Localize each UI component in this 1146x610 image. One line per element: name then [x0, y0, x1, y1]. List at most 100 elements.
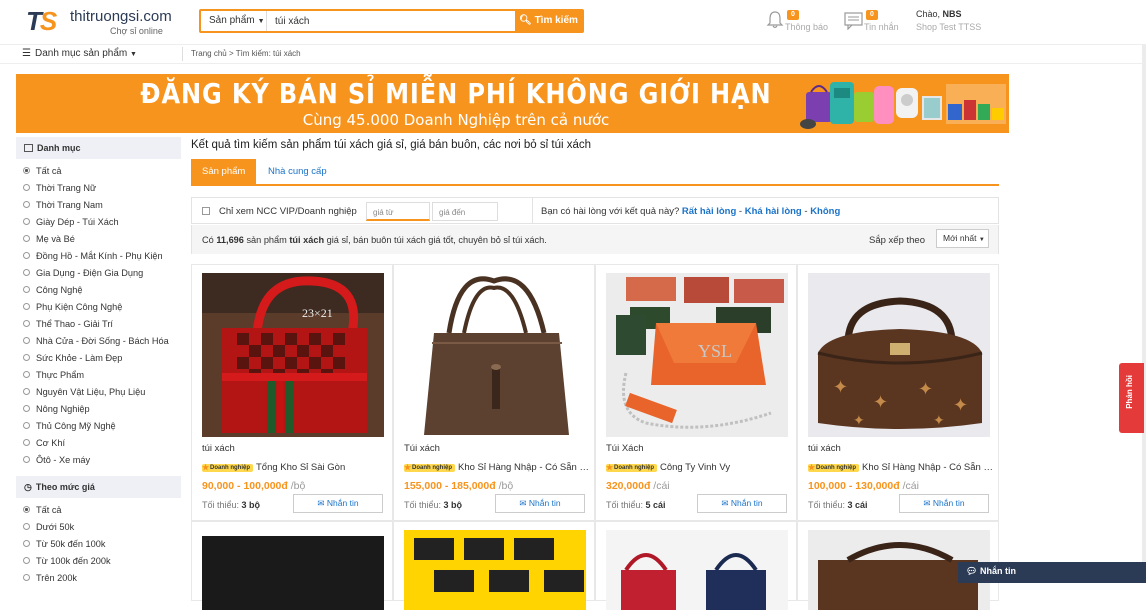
radio-icon [23, 337, 30, 344]
chat-bar[interactable]: 💬︎ Nhắn tin [958, 562, 1146, 583]
product-image[interactable] [404, 273, 586, 437]
radio-icon [23, 286, 30, 293]
category-item[interactable]: Thủ Công Mỹ Nghệ [16, 418, 181, 435]
category-item[interactable]: Sức Khỏe - Làm Đẹp [16, 350, 181, 367]
site-header: TS thitruongsi.com Chợ sỉ online Sản phẩ… [0, 0, 1146, 44]
category-item[interactable]: Công Nghệ [16, 282, 181, 299]
site-logo[interactable]: TS thitruongsi.com Chợ sỉ online [26, 6, 186, 38]
seller-name[interactable]: Doanh nghiệpKho Sỉ Hàng Nhập - Có Sẵn Số… [404, 462, 590, 473]
product-name[interactable]: Túi Xách [606, 443, 644, 454]
radio-icon [23, 235, 30, 242]
account-menu[interactable]: Chào, NBS Shop Test TTSS [916, 9, 981, 32]
message-seller-button[interactable]: ✉ Nhắn tin [495, 494, 585, 513]
product-card[interactable]: ✦✦✦✦✦✦ túi xách Doanh nghiệpKho Sỉ Hàng … [797, 264, 999, 521]
category-item[interactable]: Gia Dụng - Điện Gia Dụng [16, 265, 181, 282]
result-tabs: Sản phẩm Nhà cung cấp [191, 159, 999, 186]
notification-count: 0 [787, 10, 799, 20]
product-card[interactable] [797, 521, 999, 610]
category-menu-button[interactable]: ☰ Danh mục sản phẩm ▼ [22, 48, 137, 59]
product-card[interactable]: YSL Túi Xách Doanh nghiệpCông Ty Vinh Vy… [595, 264, 797, 521]
scrollbar[interactable] [1142, 44, 1146, 583]
category-item[interactable]: Thời Trang Nữ [16, 180, 181, 197]
account-name: NBS [942, 9, 962, 19]
message-seller-button[interactable]: ✉ Nhắn tin [899, 494, 989, 513]
svg-text:✦: ✦ [933, 412, 945, 428]
min-order: Tối thiểu: 5 cái [606, 500, 666, 510]
price-range-item[interactable]: Trên 200k [16, 570, 181, 587]
logo-tagline: Chợ sỉ online [110, 26, 163, 36]
business-badge: Doanh nghiệp [606, 463, 657, 472]
message-seller-button[interactable]: ✉ Nhắn tin [293, 494, 383, 513]
product-name[interactable]: Túi xách [404, 443, 440, 454]
product-name[interactable]: túi xách [202, 443, 235, 454]
search-button[interactable]: 🔍︎ Tìm kiếm [515, 9, 582, 33]
feedback-button[interactable]: Phản hồi [1119, 363, 1144, 433]
product-card[interactable]: Túi xách Doanh nghiệpKho Sỉ Hàng Nhập - … [393, 264, 595, 521]
product-image[interactable]: ✦✦✦✦✦ ✦ [808, 273, 990, 437]
category-item[interactable]: Mẹ và Bé [16, 231, 181, 248]
message-seller-button[interactable]: ✉ Nhắn tin [697, 494, 787, 513]
sort-select[interactable]: Mới nhất ▼ [936, 229, 989, 248]
product-name[interactable]: túi xách [808, 443, 841, 454]
price-range-item[interactable]: Tất cả [16, 502, 181, 519]
seller-name[interactable]: Doanh nghiệpTổng Kho Sỉ Sài Gòn [202, 462, 388, 473]
radio-icon [23, 523, 30, 530]
category-item[interactable]: Thể Thao - Giải Trí [16, 316, 181, 333]
price-to-input[interactable]: giá đến [432, 202, 498, 221]
divider [182, 47, 183, 61]
min-order: Tối thiểu: 3 bộ [404, 500, 463, 510]
chevron-down-icon: ▼ [130, 51, 137, 58]
search-icon: 🔍︎ [519, 15, 532, 26]
price-range-item[interactable]: Từ 100k đến 200k [16, 553, 181, 570]
category-item[interactable]: Giày Dép - Túi Xách [16, 214, 181, 231]
banner-headline: ĐĂNG KÝ BÁN SỈ MIỄN PHÍ KHÔNG GIỚI HẠN [140, 77, 772, 110]
seller-name[interactable]: Doanh nghiệpCông Ty Vinh Vy [606, 462, 792, 473]
message-label: Tin nhắn [864, 22, 899, 32]
radio-icon [23, 303, 30, 310]
radio-icon [23, 269, 30, 276]
category-item[interactable]: Nhà Cửa - Đời Sống - Bách Hóa [16, 333, 181, 350]
category-item[interactable]: Thực Phẩm [16, 367, 181, 384]
account-shop: Shop Test TTSS [916, 22, 982, 32]
results-count: Có 11,696 sản phẩm túi xách giá sỉ, bán … [202, 235, 547, 245]
radio-icon [23, 456, 30, 463]
rate-not-satisfied-link[interactable]: Không [810, 206, 840, 217]
rate-very-satisfied-link[interactable]: Rất hài lòng [682, 206, 736, 217]
category-item[interactable]: Cơ Khí [16, 435, 181, 452]
product-card[interactable] [595, 521, 797, 610]
category-item[interactable]: Ôtô - Xe máy [16, 452, 181, 469]
seller-name[interactable]: Doanh nghiệpKho Sỉ Hàng Nhập - Có Sẵn Số… [808, 462, 994, 473]
product-image[interactable] [202, 530, 384, 610]
product-card[interactable]: 23×21 túi xách Doanh nghiệpTổng Kho Sỉ S… [191, 264, 393, 521]
chevron-down-icon: ▼ [978, 237, 985, 243]
category-item[interactable]: Tất cả [16, 163, 181, 180]
price-range-item[interactable]: Dưới 50k [16, 519, 181, 536]
rate-satisfied-link[interactable]: Khá hài lòng [745, 206, 802, 217]
product-image[interactable] [404, 530, 586, 610]
price-range-item[interactable]: Từ 50k đến 100k [16, 536, 181, 553]
search-category-select[interactable]: Sản phẩm ▼ [201, 11, 267, 31]
breadcrumb[interactable]: Trang chủ > Tìm kiếm: túi xách [191, 49, 301, 58]
search-input[interactable] [271, 12, 511, 30]
svg-text:✦: ✦ [953, 395, 968, 415]
category-item[interactable]: Thời Trang Nam [16, 197, 181, 214]
sidebar: Danh mục Tất cả Thời Trang Nữ Thời Trang… [16, 137, 181, 587]
tab-suppliers[interactable]: Nhà cung cấp [257, 159, 338, 184]
vip-only-checkbox[interactable] [202, 207, 210, 215]
svg-text:✦: ✦ [853, 412, 865, 428]
business-badge: Doanh nghiệp [808, 463, 859, 472]
category-item[interactable]: Đồng Hồ - Mắt Kính - Phụ Kiện [16, 248, 181, 265]
product-image[interactable]: 23×21 [202, 273, 384, 437]
category-list: Tất cả Thời Trang Nữ Thời Trang Nam Giày… [16, 159, 181, 469]
sort-label: Sắp xếp theo [869, 235, 925, 246]
category-item[interactable]: Phụ Kiện Công Nghệ [16, 299, 181, 316]
product-image[interactable] [606, 530, 788, 610]
promo-banner[interactable]: ĐĂNG KÝ BÁN SỈ MIỄN PHÍ KHÔNG GIỚI HẠN C… [16, 74, 1009, 133]
price-from-input[interactable]: giá từ [366, 202, 430, 221]
product-image[interactable]: YSL [606, 273, 788, 437]
product-card[interactable] [393, 521, 595, 610]
product-card[interactable] [191, 521, 393, 610]
tab-products[interactable]: Sản phẩm [191, 159, 257, 184]
category-item[interactable]: Nguyên Vật Liệu, Phụ Liệu [16, 384, 181, 401]
category-item[interactable]: Nông Nghiệp [16, 401, 181, 418]
